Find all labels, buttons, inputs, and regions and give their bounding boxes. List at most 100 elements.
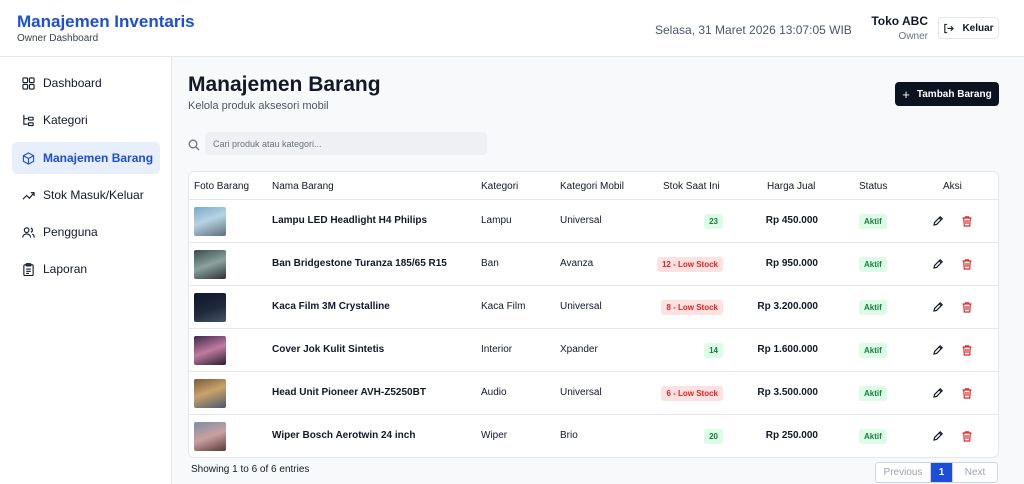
search-input[interactable] [205, 132, 487, 155]
user-role: Owner [898, 31, 928, 42]
tree-icon [23, 114, 34, 126]
product-name: Cover Jok Kulit Sintetis [272, 344, 385, 355]
sidebar-item-label: Kategori [43, 113, 88, 127]
edit-icon[interactable] [932, 301, 944, 313]
product-price: Rp 250.000 [765, 430, 818, 441]
app-title: Manajemen Inventaris [17, 12, 195, 31]
stock-badge: 6 - Low Stock [661, 386, 723, 401]
page-subtitle: Kelola produk aksesori mobil [188, 100, 329, 112]
table-row: Kaca Film 3M Crystalline Kaca Film Univers… [189, 286, 998, 329]
edit-icon[interactable] [932, 258, 944, 270]
sidebar-item-laporan[interactable]: Laporan [12, 253, 160, 285]
table-header: Foto Barang Nama Barang Kategori Kategor… [189, 172, 998, 200]
column-header: Harga Jual [767, 181, 816, 192]
previous-page-button[interactable]: Previous [876, 463, 931, 482]
sidebar-item-kategori[interactable]: Kategori [12, 104, 160, 136]
product-price: Rp 950.000 [765, 258, 818, 269]
column-header: Nama Barang [272, 181, 334, 192]
delete-icon[interactable] [961, 258, 973, 270]
logout-button[interactable]: Keluar [938, 17, 999, 39]
product-name: Kaca Film 3M Crystalline [272, 301, 390, 312]
status-badge: Aktif [859, 386, 887, 401]
sidebar-item-label: Laporan [43, 262, 88, 276]
product-name: Lampu LED Headlight H4 Philips [272, 215, 428, 226]
table-row: Ban Bridgestone Turanza 185/65 R15 Ban Ava… [189, 243, 998, 286]
product-car: Universal [560, 215, 602, 226]
edit-icon[interactable] [932, 344, 944, 356]
product-photo [194, 336, 226, 365]
product-photo [194, 379, 226, 408]
add-item-label: Tambah Barang [916, 88, 992, 100]
sidebar-item-label: Pengguna [43, 225, 98, 239]
status-badge: Aktif [859, 429, 887, 444]
product-name: Ban Bridgestone Turanza 185/65 R15 [272, 258, 447, 269]
app-subtitle: Owner Dashboard [17, 33, 99, 44]
delete-icon[interactable] [961, 215, 973, 227]
logout-icon [944, 23, 955, 33]
plus-icon: + [902, 86, 910, 102]
delete-icon[interactable] [961, 430, 973, 442]
stock-badge: 12 - Low Stock [656, 257, 723, 272]
pagination: Previous 1 Next [875, 462, 998, 483]
product-photo [194, 250, 226, 279]
status-badge: Aktif [859, 257, 887, 272]
clipboard-icon [23, 262, 34, 276]
status-badge: Aktif [859, 300, 887, 315]
column-header: Aksi [943, 181, 962, 192]
product-category: Wiper [481, 430, 508, 441]
sidebar-item-manajemen-barang[interactable]: Manajemen Barang [12, 142, 160, 174]
status-badge: Aktif [859, 343, 887, 358]
table-row: Wiper Bosch Aerotwin 24 inch Wiper Brio 20 R… [189, 415, 998, 457]
product-car: Avanza [560, 258, 594, 269]
stock-badge: 14 [704, 343, 723, 358]
product-price: Rp 1.600.000 [757, 344, 818, 355]
delete-icon[interactable] [961, 344, 973, 356]
sidebar-item-label: Manajemen Barang [43, 151, 154, 165]
delete-icon[interactable] [961, 301, 973, 313]
table-row: Head Unit Pioneer AVH-Z5250BT Audio Univer… [189, 372, 998, 415]
stock-badge: 23 [704, 214, 723, 229]
product-category: Audio [481, 387, 507, 398]
table-row: Cover Jok Kulit Sintetis Interior Xpander 1… [189, 329, 998, 372]
product-car: Universal [560, 387, 602, 398]
table-row: Lampu LED Headlight H4 Philips Lampu Unive… [189, 200, 998, 243]
user-name: Toko ABC [871, 14, 928, 28]
users-icon [22, 226, 35, 238]
next-page-button[interactable]: Next [952, 463, 997, 482]
page-1-button[interactable]: 1 [931, 463, 952, 482]
column-header: Foto Barang [194, 181, 250, 192]
product-photo [194, 207, 226, 236]
page-title: Manajemen Barang [188, 73, 381, 96]
product-category: Ban [481, 258, 499, 269]
sidebar-item-dashboard[interactable]: Dashboard [12, 67, 160, 99]
product-price: Rp 450.000 [765, 215, 818, 226]
edit-icon[interactable] [932, 215, 944, 227]
sidebar-item-pengguna[interactable]: Pengguna [12, 216, 160, 248]
column-header: Kategori Mobil [560, 181, 624, 192]
sidebar-item-stok-masuk-keluar[interactable]: Stok Masuk/Keluar [12, 179, 160, 211]
product-car: Xpander [560, 344, 598, 355]
grid-icon [22, 76, 35, 90]
delete-icon[interactable] [961, 387, 973, 399]
box-icon [22, 151, 35, 165]
column-header: Status [859, 181, 888, 192]
product-category: Lampu [481, 215, 512, 226]
product-name: Head Unit Pioneer AVH-Z5250BT [272, 387, 426, 398]
edit-icon[interactable] [932, 430, 944, 442]
main-content: Manajemen Barang Kelola produk aksesori … [172, 57, 1024, 484]
stock-badge: 8 - Low Stock [661, 300, 723, 315]
add-item-button[interactable]: + Tambah Barang [895, 82, 999, 106]
product-category: Kaca Film [481, 301, 526, 312]
column-header: Stok Saat Ini [663, 181, 720, 192]
product-price: Rp 3.200.000 [757, 301, 818, 312]
edit-icon[interactable] [932, 387, 944, 399]
product-photo [194, 293, 226, 322]
sidebar-item-label: Dashboard [43, 76, 102, 90]
trend-icon [22, 191, 35, 200]
sidebar-item-label: Stok Masuk/Keluar [43, 188, 144, 202]
column-header: Kategori [481, 181, 519, 192]
product-photo [194, 422, 226, 451]
product-category: Interior [481, 344, 513, 355]
entries-info: Showing 1 to 6 of 6 entries [191, 464, 310, 475]
datetime: Selasa, 31 Maret 2026 13:07:05 WIB [655, 23, 852, 37]
